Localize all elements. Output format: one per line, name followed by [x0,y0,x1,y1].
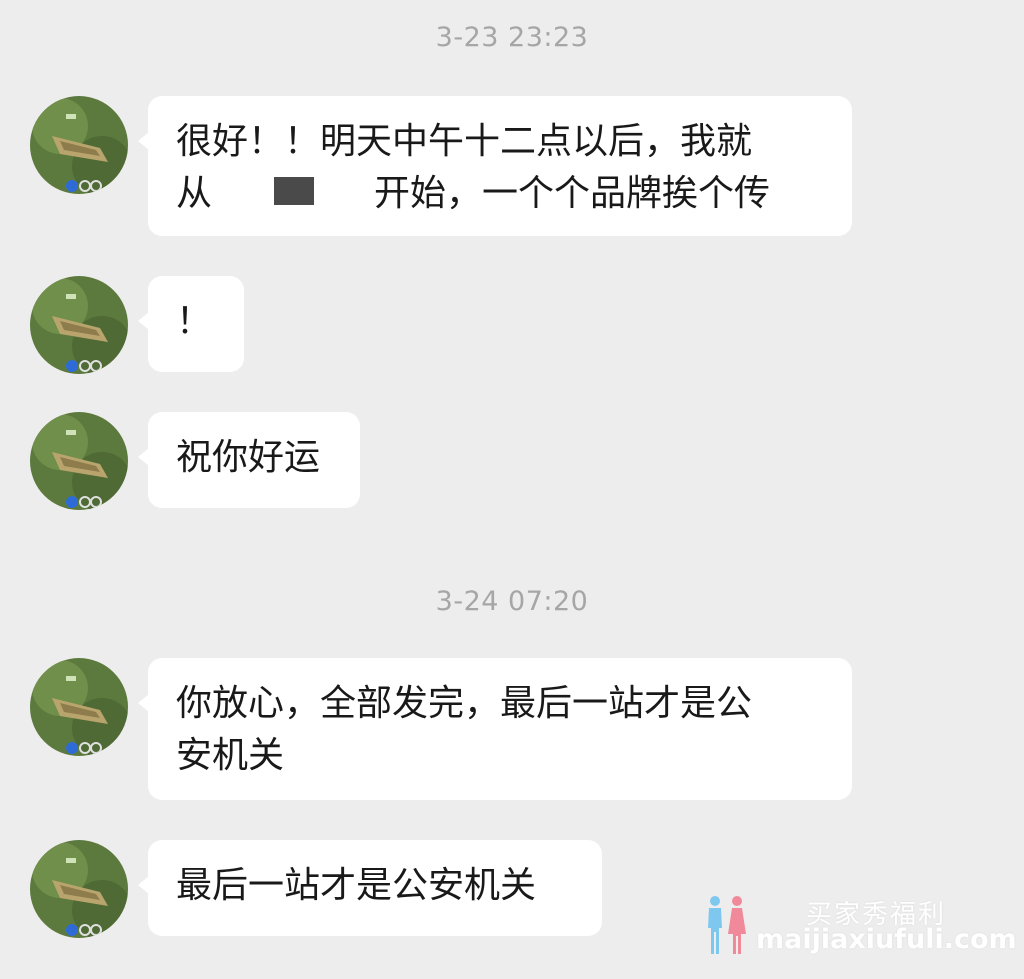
redaction-block [274,177,315,205]
avatar-game-scene-icon [30,840,128,938]
couple-silhouette-icon [708,896,746,954]
chat-screen: 3-23 23:23 很好！！明天中午十二点以后，我就 从 开始，一个个品牌挨个传 [0,0,1024,979]
avatar[interactable] [30,840,128,938]
avatar[interactable] [30,96,128,194]
message-text: ！ [176,301,213,342]
avatar-game-scene-icon [30,412,128,510]
avatar-game-scene-icon [30,276,128,374]
message-text: 从 [176,173,213,214]
avatar-game-scene-icon [30,658,128,756]
message-bubble[interactable]: 你放心，全部发完，最后一站才是公 安机关 [138,658,852,800]
message-bubble[interactable]: ！ [138,276,244,372]
avatar[interactable] [30,412,128,510]
message-bubble[interactable]: 祝你好运 [138,412,360,508]
timestamp: 3-23 23:23 [435,22,589,53]
message-bubble[interactable]: 最后一站才是公安机关 [138,840,602,936]
message-bubble[interactable]: 很好！！明天中午十二点以后，我就 从 开始，一个个品牌挨个传 [138,96,852,236]
avatar-game-scene-icon [30,96,128,194]
avatar[interactable] [30,276,128,374]
message-text: 你放心，全部发完，最后一站才是公 安机关 [176,683,753,776]
timestamp: 3-24 07:20 [435,586,589,617]
message-text: 很好！！明天中午十二点以后，我就 [176,121,753,162]
message-text: 祝你好运 [176,437,321,478]
message-text: 开始，一个个品牌挨个传 [374,173,771,214]
message-text: 最后一站才是公安机关 [176,865,537,906]
watermark: 买家秀福利 maijiaxiufuli.com [700,890,1017,960]
avatar[interactable] [30,658,128,756]
watermark-domain: maijiaxiufuli.com [756,924,1017,955]
